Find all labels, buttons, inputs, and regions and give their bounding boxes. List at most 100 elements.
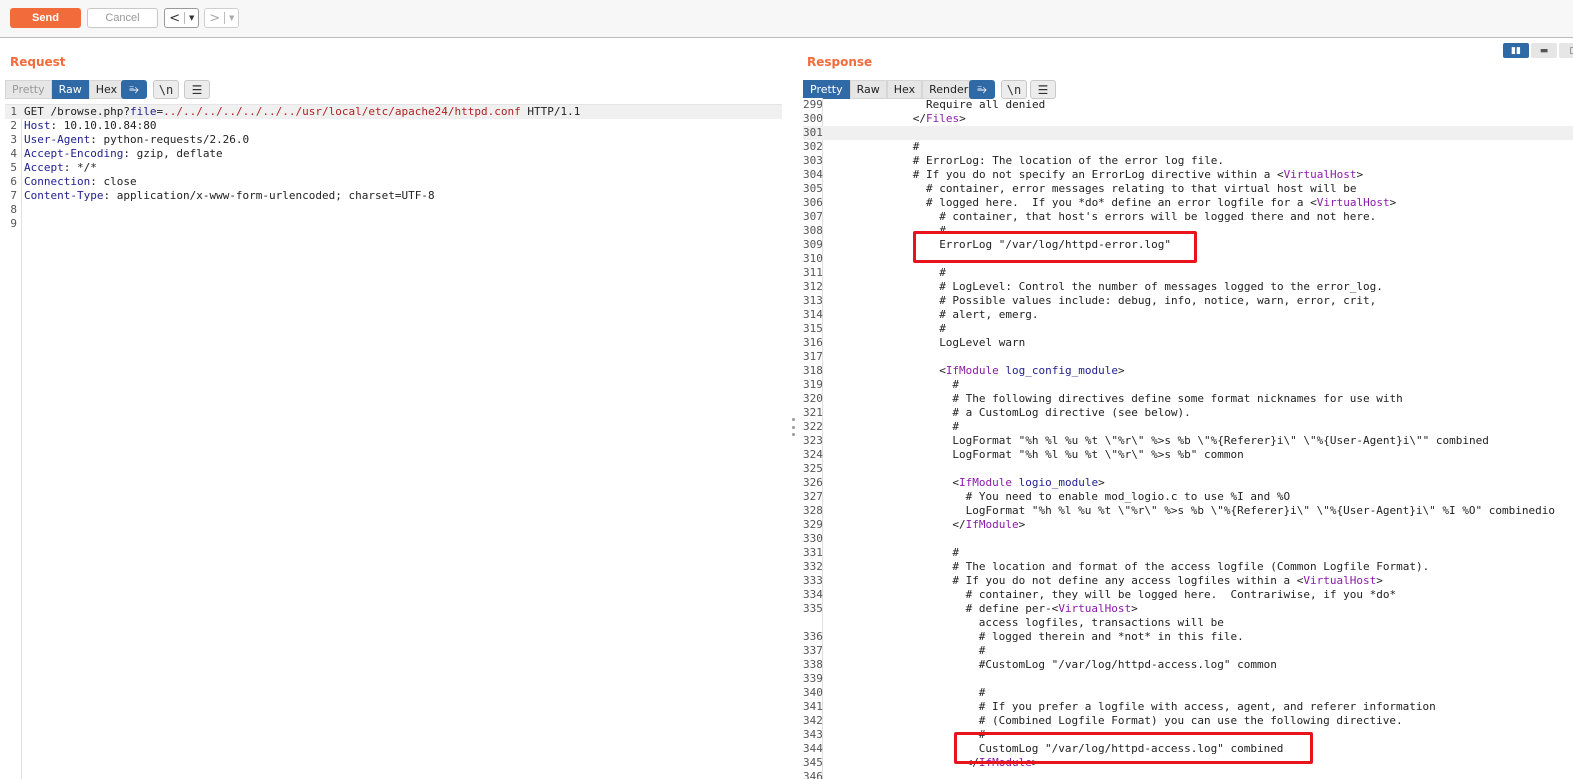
line-text: # — [827, 420, 959, 434]
line-text: Accept-Encoding: gzip, deflate — [24, 147, 223, 161]
panel-resize-handle[interactable] — [792, 418, 796, 436]
code-line: 1 GET /browse.php?file=../../../../../../… — [5, 105, 782, 119]
line-number: 310 — [803, 252, 823, 265]
line-number: 319 — [803, 378, 823, 391]
line-text: Require all denied — [827, 98, 1045, 112]
code-line: 341 # If you prefer a logfile with access… — [803, 700, 1573, 714]
token: logio_module — [1018, 476, 1099, 489]
code-line: 8 — [5, 203, 782, 217]
line-text: </IfModule> — [827, 518, 1025, 532]
layout-vertical-button[interactable]: ▯ — [1559, 43, 1573, 58]
cancel-button[interactable]: Cancel — [87, 8, 158, 28]
code-line: access logfiles, transactions will be — [803, 616, 1573, 630]
token: LogFormat "%h %l %u %t \"%r\" %>s %b" co… — [952, 448, 1244, 461]
send-button[interactable]: Send — [10, 8, 81, 28]
line-text: LogFormat "%h %l %u %t \"%r\" %>s %b" co… — [827, 448, 1244, 462]
line-number: 306 — [803, 196, 823, 209]
token: : python-requests/2.26.0 — [90, 133, 250, 146]
token: # — [978, 644, 986, 657]
line-number: 321 — [803, 406, 823, 419]
line-number: 309 — [803, 238, 823, 251]
line-number: 335 — [803, 602, 823, 615]
response-tab-raw[interactable]: Raw — [849, 80, 887, 99]
token: LogFormat "%h %l %u %t \"%r\" %>s %b \"%… — [952, 434, 1489, 447]
request-wrap-lines-button[interactable]: ⥱ — [121, 80, 147, 99]
request-tab-hex[interactable]: Hex — [88, 80, 125, 99]
line-number: 329 — [803, 518, 823, 531]
dropdown-arrow-icon[interactable]: ▼ — [185, 14, 198, 22]
code-line: 301 — [803, 126, 1573, 140]
top-toolbar: Send Cancel < ▼ > ▼ — [0, 0, 1573, 38]
line-text: # If you do not specify an ErrorLog dire… — [827, 168, 1363, 182]
line-number: 332 — [803, 560, 823, 573]
request-tab-pretty[interactable]: Pretty — [5, 80, 52, 99]
response-wrap-lines-button[interactable]: ⥱ — [969, 80, 995, 99]
horizontal-layout-icon: ▬ — [1539, 45, 1549, 56]
token: # ErrorLog: The location of the error lo… — [912, 154, 1225, 167]
response-tab-hex[interactable]: Hex — [886, 80, 923, 99]
line-number: 8 — [10, 203, 17, 216]
line-text: # The following directives define some f… — [827, 392, 1403, 406]
line-number: 342 — [803, 714, 823, 727]
code-line: 7 Content-Type: application/x-www-form-ur… — [5, 189, 782, 203]
code-line: 306 # logged here. If you *do* define an … — [803, 196, 1573, 210]
dropdown-arrow-icon[interactable]: ▼ — [225, 14, 238, 22]
code-line: 336 # logged therein and *not* in this fi… — [803, 630, 1573, 644]
line-text: # container, error messages relating to … — [827, 182, 1356, 196]
line-number: 7 — [10, 189, 17, 202]
token: : application/x-www-form-urlencoded; cha… — [103, 189, 435, 202]
code-line: 329 </IfModule> — [803, 518, 1573, 532]
line-text: #CustomLog "/var/log/httpd-access.log" c… — [827, 658, 1277, 672]
line-text: # — [827, 322, 946, 336]
code-line: 307 # container, that host's errors will … — [803, 210, 1573, 224]
request-tab-raw[interactable]: Raw — [51, 80, 89, 99]
token: # You need to enable mod_logio.c to use … — [965, 490, 1291, 503]
request-show-newlines-button[interactable]: \n — [153, 80, 179, 99]
response-tab-pretty[interactable]: Pretty — [803, 80, 850, 99]
token: VirtualHost — [1283, 168, 1357, 181]
line-text: <IfModule log_config_module> — [827, 364, 1124, 378]
code-line: 313 # Possible values include: debug, inf… — [803, 294, 1573, 308]
token: # If you do not specify an ErrorLog dire… — [912, 168, 1284, 181]
line-text: # — [827, 378, 959, 392]
line-text: # alert, emerg. — [827, 308, 1038, 322]
code-line: 300 </Files> — [803, 112, 1573, 126]
token: # If you do not define any access logfil… — [952, 574, 1304, 587]
code-line: 326 <IfModule logio_module> — [803, 476, 1573, 490]
token: VirtualHost — [1303, 574, 1377, 587]
token: file — [129, 105, 157, 118]
line-number: 315 — [803, 322, 823, 335]
history-back-button[interactable]: < ▼ — [164, 8, 199, 28]
request-menu-button[interactable]: ☰ — [184, 80, 210, 99]
response-panel-title: Response — [807, 55, 873, 69]
newline-icon: \n — [1006, 82, 1022, 97]
layout-switcher: ▮▮ ▬ ▯ — [1503, 43, 1573, 58]
response-tab-render[interactable]: Render — [922, 80, 976, 99]
line-number: 4 — [10, 147, 17, 160]
line-text: # — [827, 644, 986, 658]
layout-horizontal-button[interactable]: ▬ — [1531, 43, 1557, 58]
code-line: 338 #CustomLog "/var/log/httpd-access.log… — [803, 658, 1573, 672]
token: Accept-Encoding — [24, 147, 124, 160]
token: > — [1376, 574, 1383, 587]
token: > — [1098, 476, 1105, 489]
token: # a CustomLog directive (see below). — [952, 406, 1191, 419]
layout-split-button[interactable]: ▮▮ — [1503, 43, 1529, 58]
token: # The following directives define some f… — [952, 392, 1403, 405]
code-line: 325 — [803, 462, 1573, 476]
token: LogFormat "%h %l %u %t \"%r\" %>s %b \"%… — [965, 504, 1556, 517]
code-line: 339 — [803, 672, 1573, 686]
code-line: 311 # — [803, 266, 1573, 280]
token: < — [939, 364, 946, 377]
code-line: 324 LogFormat "%h %l %u %t \"%r\" %>s %b"… — [803, 448, 1573, 462]
line-text: Host: 10.10.10.84:80 — [24, 119, 156, 133]
response-editor[interactable]: 299 Require all denied 300 </Files> 301 302 #3… — [803, 98, 1573, 779]
line-number: 301 — [803, 126, 823, 139]
response-show-newlines-button[interactable]: \n — [1001, 80, 1027, 99]
response-menu-button[interactable]: ☰ — [1030, 80, 1056, 99]
code-line: 322 # — [803, 420, 1573, 434]
history-forward-button[interactable]: > ▼ — [204, 8, 239, 28]
code-line: 330 — [803, 532, 1573, 546]
token: # (Combined Logfile Format) you can use … — [978, 714, 1403, 727]
request-editor[interactable]: 1 GET /browse.php?file=../../../../../../… — [5, 104, 782, 779]
